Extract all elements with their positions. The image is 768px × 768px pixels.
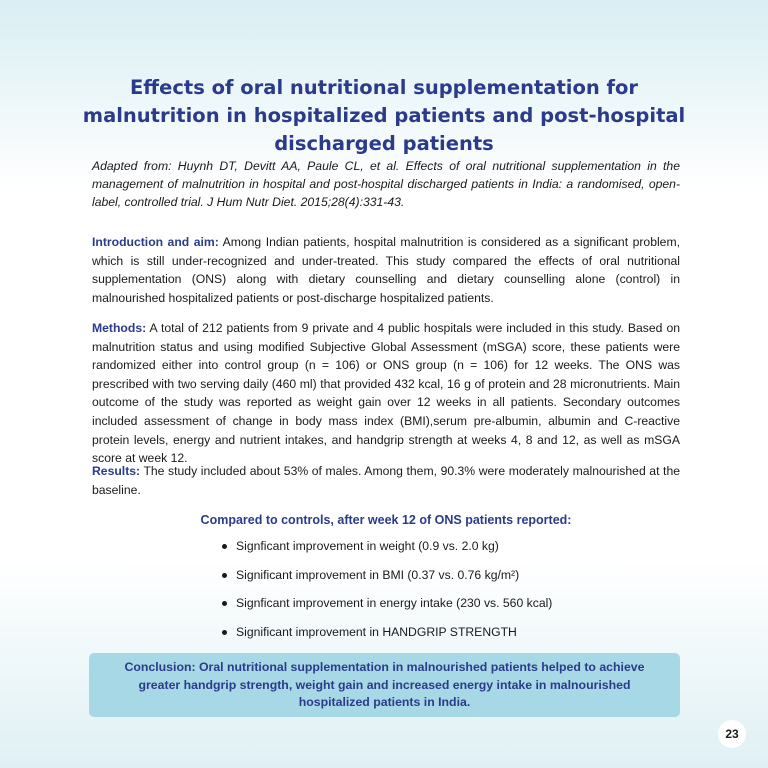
methods-text: A total of 212 patients from 9 private a… (92, 321, 680, 466)
results-paragraph: Results: The study included about 53% of… (92, 462, 680, 499)
conclusion-box: Conclusion: Oral nutritional supplementa… (89, 653, 680, 717)
document-page: Effects of oral nutritional supplementat… (0, 0, 768, 768)
finding-item: Signficant improvement in weight (0.9 vs… (218, 536, 638, 565)
results-text: The study included about 53% of males. A… (92, 464, 680, 497)
finding-item: Signficant improvement in energy intake … (218, 593, 638, 622)
finding-text: Signficant improvement in weight (0.9 vs… (236, 539, 499, 553)
finding-text: Significant improvement in HANDGRIP STRE… (236, 624, 517, 639)
methods-label: Methods: (92, 321, 147, 335)
page-number: 23 (718, 720, 746, 748)
bullet-icon (222, 572, 227, 578)
introduction-paragraph: Introduction and aim: Among Indian patie… (92, 233, 680, 307)
finding-item: Significant improvement in HANDGRIP STRE… (218, 622, 638, 651)
bullet-icon (222, 544, 227, 549)
introduction-label: Introduction and aim: (92, 235, 219, 249)
finding-item: Significant improvement in BMI (0.37 vs.… (218, 565, 638, 594)
finding-text: Significant improvement in BMI (0.37 vs.… (236, 567, 520, 582)
bullet-icon (222, 601, 227, 606)
source-citation: Adapted from: Huynh DT, Devitt AA, Paule… (92, 159, 680, 209)
findings-subheading: Compared to controls, after week 12 of O… (200, 513, 572, 527)
results-label: Results: (92, 464, 141, 478)
finding-text: Signficant improvement in energy intake … (236, 596, 553, 610)
bullet-icon (222, 629, 227, 635)
page-title: Effects of oral nutritional supplementat… (82, 76, 686, 155)
findings-list: Signficant improvement in weight (0.9 vs… (218, 536, 638, 650)
methods-paragraph: Methods: A total of 212 patients from 9 … (92, 319, 680, 468)
